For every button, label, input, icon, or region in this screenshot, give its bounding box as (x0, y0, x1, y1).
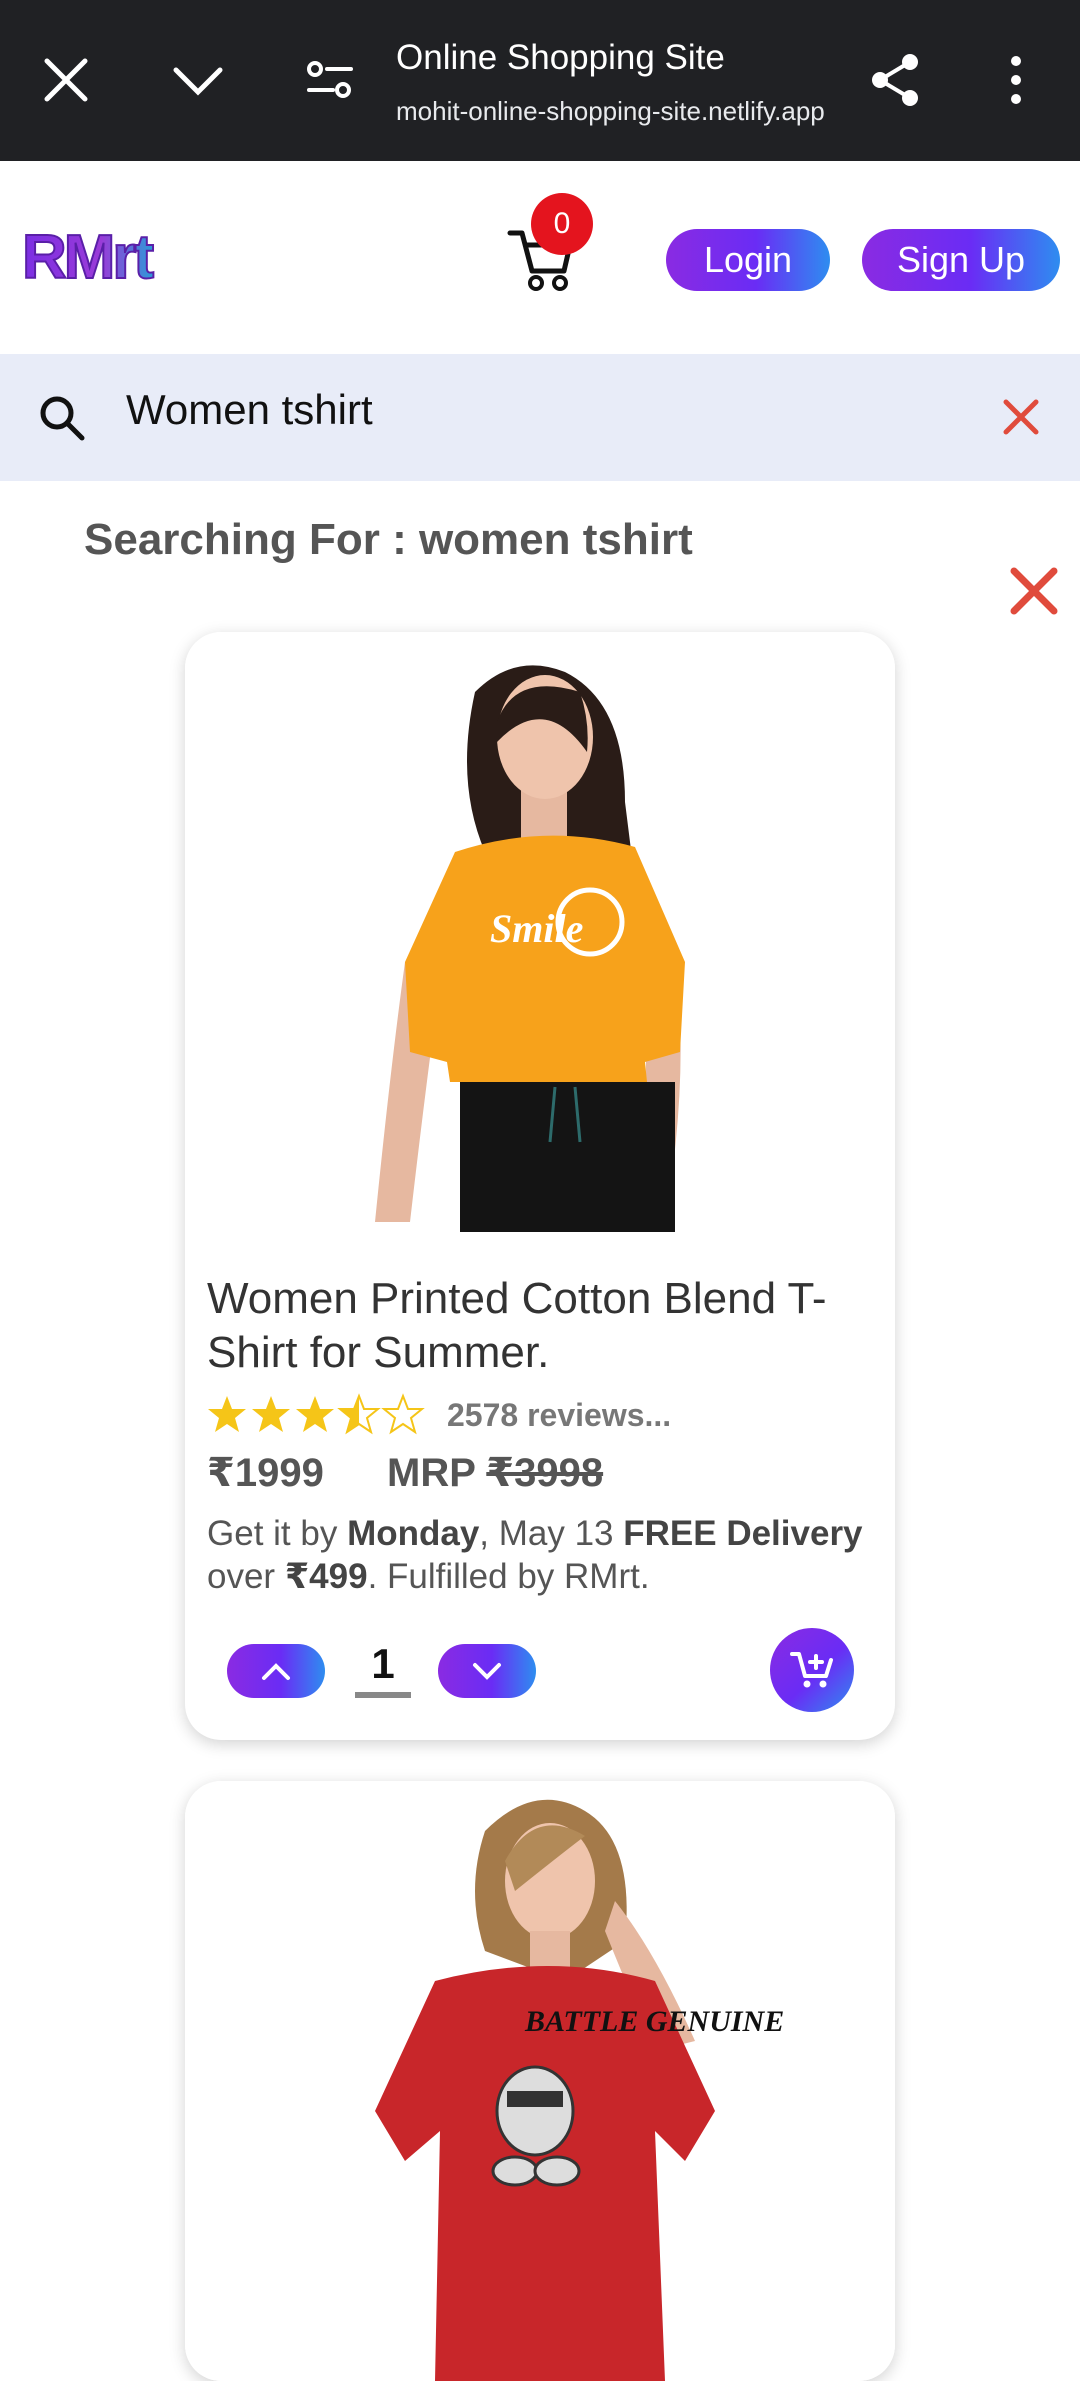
mrp-label: MRP (387, 1451, 476, 1495)
star-icon (208, 1396, 246, 1432)
add-shopping-cart-icon (790, 1652, 833, 1688)
chevron-down-icon (473, 1663, 501, 1680)
shirt-shape (405, 835, 685, 1082)
login-button[interactable]: Login (666, 229, 830, 291)
quantity-increase-button[interactable] (227, 1644, 325, 1698)
search-icon[interactable] (38, 394, 86, 442)
browser-page-title: Online Shopping Site (396, 38, 725, 77)
site-logo[interactable]: RMrt (21, 216, 227, 296)
star-empty-icon (383, 1395, 423, 1433)
star-half-icon (339, 1395, 379, 1433)
reviews-count[interactable]: 2578 reviews... (447, 1397, 671, 1434)
browser-url[interactable]: mohit-online-shopping-site.netlify.app (396, 96, 825, 127)
svg-text:RMrt: RMrt (22, 223, 154, 292)
delivery-suffix: . Fulfilled by RMrt. (367, 1557, 650, 1596)
site-header: RMrt 0 Login Sign Up (0, 161, 1080, 354)
browser-toolbar: Online Shopping Site mohit-online-shoppi… (0, 0, 1080, 161)
close-icon[interactable] (36, 50, 96, 110)
cart-count-badge: 0 (531, 193, 593, 255)
delivery-prefix: Get it by (207, 1514, 348, 1553)
delivery-over: over (207, 1557, 285, 1596)
product-title[interactable]: Women Printed Cotton Blend T-Shirt for S… (207, 1272, 877, 1380)
delivery-threshold: ₹499 (284, 1557, 368, 1596)
search-bar: Women tshirt (0, 354, 1080, 481)
shirt-print-text: BATTLE GENUINE (524, 2005, 784, 2038)
chevron-down-icon[interactable] (168, 50, 228, 110)
rating-stars (207, 1392, 439, 1436)
delivery-day: Monday (347, 1514, 480, 1553)
search-input[interactable]: Women tshirt (126, 386, 373, 434)
free-delivery-label: FREE Delivery (623, 1514, 863, 1553)
add-to-cart-button[interactable] (770, 1628, 854, 1712)
close-results-icon[interactable] (1006, 563, 1062, 619)
delivery-date: , May 13 (479, 1514, 624, 1553)
site-settings-icon[interactable] (300, 50, 360, 110)
product-card[interactable]: Smile Women Printed Cotton Blend T-Shirt… (185, 632, 895, 1740)
mrp-value: ₹3998 (486, 1451, 604, 1495)
quantity-value[interactable]: 1 (355, 1640, 411, 1688)
product-image[interactable]: Smile (185, 632, 895, 1237)
more-vert-icon[interactable] (986, 50, 1046, 110)
product-card[interactable]: BATTLE GENUINE (185, 1781, 895, 2381)
quantity-underline (355, 1692, 411, 1698)
share-icon[interactable] (866, 50, 926, 110)
product-price: ₹1999 (207, 1451, 324, 1495)
star-icon (296, 1396, 334, 1432)
star-icon (252, 1396, 290, 1432)
product-mrp: MRP ₹3998 (387, 1450, 603, 1496)
quantity-decrease-button[interactable] (438, 1644, 536, 1698)
signup-button[interactable]: Sign Up (862, 229, 1060, 291)
shirt-print-text: Smile (490, 906, 583, 951)
chevron-up-icon (262, 1663, 290, 1680)
search-results-heading: Searching For : women tshirt (84, 515, 693, 564)
delivery-info: Get it by Monday, May 13 FREE Delivery o… (207, 1512, 877, 1598)
product-image[interactable]: BATTLE GENUINE (185, 1781, 895, 2381)
clear-search-icon[interactable] (998, 394, 1044, 440)
